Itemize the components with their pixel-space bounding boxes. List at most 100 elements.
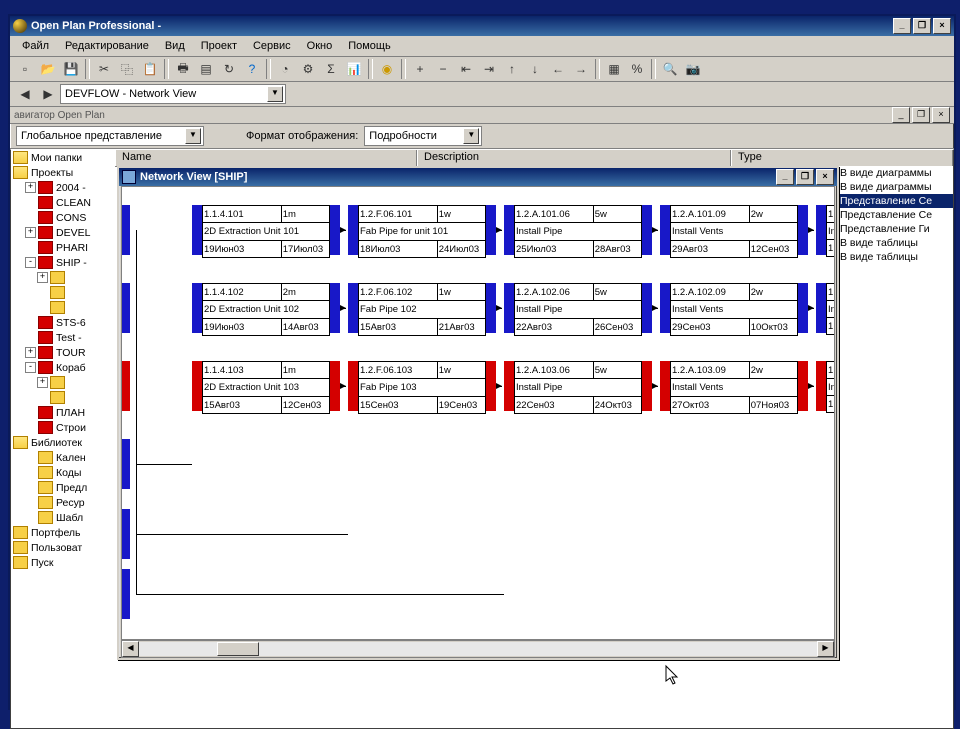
nv-minimize-button[interactable]: _ xyxy=(776,169,794,185)
nav-right-icon[interactable]: ▶ xyxy=(37,83,59,105)
tree-expander-icon[interactable]: + xyxy=(25,182,36,193)
tree-item[interactable]: Мои папки xyxy=(11,150,115,165)
chart-icon[interactable]: 📊 xyxy=(343,58,365,80)
tree-item[interactable]: -Кораб xyxy=(11,360,115,375)
print-icon[interactable]: 🖶 xyxy=(172,58,194,80)
menu-help[interactable]: Помощь xyxy=(340,38,399,54)
tree-item[interactable]: Шабл xyxy=(11,510,115,525)
task-node[interactable]: 1.2.F.06.1021wFab Pipe 10215Авг0321Авг03 xyxy=(348,283,496,333)
tree-expander-icon[interactable]: + xyxy=(37,272,48,283)
tree-item[interactable]: Пуск xyxy=(11,555,115,570)
view-selector[interactable]: DEVFLOW - Network View ▼ xyxy=(60,84,286,104)
sigma-icon[interactable]: Σ xyxy=(320,58,342,80)
network-view-window[interactable]: Network View [SHIP] _❐× 1.1.4.1011m2D Ex… xyxy=(117,166,839,660)
task-node[interactable]: 1.2.A.101.065wInstall Pipe25Июл0328Авг03 xyxy=(504,205,652,255)
list-item[interactable]: В виде таблицы xyxy=(837,236,953,250)
task-node[interactable]: 1.2.F.06.1031wFab Pipe 10315Сен0319Сен03 xyxy=(348,361,496,411)
menu-project[interactable]: Проект xyxy=(193,38,245,54)
collapse-icon[interactable]: ⇤ xyxy=(455,58,477,80)
close-button[interactable]: × xyxy=(933,18,951,34)
nav-left-icon[interactable]: ◀ xyxy=(14,83,36,105)
tree-item[interactable]: CONS xyxy=(11,210,115,225)
up-icon[interactable]: ↑ xyxy=(501,58,523,80)
tree-item[interactable]: +DEVEL xyxy=(11,225,115,240)
task-node-partial[interactable]: 1.In1 xyxy=(816,361,835,411)
grid-icon[interactable]: ▦ xyxy=(603,58,625,80)
tree-item[interactable]: PHARI xyxy=(11,240,115,255)
open-icon[interactable]: 📂 xyxy=(37,58,59,80)
task-node[interactable]: 1.1.4.1011m2D Extraction Unit 10119Июн03… xyxy=(192,205,340,255)
restore-button[interactable]: ❐ xyxy=(913,18,931,34)
tree-item[interactable]: Пользоват xyxy=(11,540,115,555)
tree-item[interactable]: Предл xyxy=(11,480,115,495)
network-canvas[interactable]: 1.1.4.1011m2D Extraction Unit 10119Июн03… xyxy=(121,186,835,640)
chevron-down-icon[interactable]: ▼ xyxy=(267,86,283,102)
tree-item[interactable]: CLEAN xyxy=(11,195,115,210)
task-node-partial[interactable]: 1.In1 xyxy=(816,283,835,333)
list-item[interactable]: В виде диаграммы xyxy=(837,166,953,180)
horizontal-scrollbar[interactable]: ◀ ▶ xyxy=(121,640,835,658)
panel-close-button[interactable]: × xyxy=(932,107,950,123)
cut-icon[interactable]: ✂ xyxy=(93,58,115,80)
nv-close-button[interactable]: × xyxy=(816,169,834,185)
menu-file[interactable]: Файл xyxy=(14,38,57,54)
tree-item[interactable]: Кален xyxy=(11,450,115,465)
list-item[interactable]: Представление Се xyxy=(837,194,953,208)
tree-item[interactable]: Портфель xyxy=(11,525,115,540)
tree-item[interactable]: + xyxy=(11,270,115,285)
bullet-icon[interactable]: ◉ xyxy=(376,58,398,80)
paste-icon[interactable]: 📋 xyxy=(139,58,161,80)
tree-expander-icon[interactable]: + xyxy=(25,347,36,358)
panel-restore-button[interactable]: ❐ xyxy=(912,107,930,123)
list-item[interactable]: В виде таблицы xyxy=(837,250,953,264)
tree-item[interactable]: Проекты xyxy=(11,165,115,180)
task-node[interactable]: 1.2.A.102.065wInstall Pipe22Авг0326Сен03 xyxy=(504,283,652,333)
panel-minimize-button[interactable]: _ xyxy=(892,107,910,123)
global-view-selector[interactable]: Глобальное представление▼ xyxy=(16,126,204,146)
tree-item[interactable]: +TOUR xyxy=(11,345,115,360)
task-node[interactable]: 1.2.A.101.092wInstall Vents29Авг0312Сен0… xyxy=(660,205,808,255)
minimize-button[interactable]: _ xyxy=(893,18,911,34)
preview-icon[interactable]: ▤ xyxy=(195,58,217,80)
expand-icon[interactable]: ⇥ xyxy=(478,58,500,80)
right-icon[interactable]: → xyxy=(570,58,592,80)
tree-item[interactable]: STS-6 xyxy=(11,315,115,330)
list-item[interactable]: Представление Ги xyxy=(837,222,953,236)
tree-expander-icon[interactable]: + xyxy=(37,377,48,388)
menu-service[interactable]: Сервис xyxy=(245,38,299,54)
list-item[interactable]: В виде диаграммы xyxy=(837,180,953,194)
nv-maximize-button[interactable]: ❐ xyxy=(796,169,814,185)
tree-item[interactable]: ПЛАН xyxy=(11,405,115,420)
tree-item[interactable] xyxy=(11,285,115,300)
save-icon[interactable]: 💾 xyxy=(60,58,82,80)
tree-item[interactable]: Библиотек xyxy=(11,435,115,450)
left-icon[interactable]: ← xyxy=(547,58,569,80)
col-desc[interactable]: Description xyxy=(417,150,731,166)
task-node[interactable]: 1.1.4.1022m2D Extraction Unit 10219Июн03… xyxy=(192,283,340,333)
refresh-icon[interactable]: ↻ xyxy=(218,58,240,80)
find-icon[interactable]: 🔍 xyxy=(659,58,681,80)
scroll-left-button[interactable]: ◀ xyxy=(122,641,139,657)
project-tree[interactable]: Мои папкиПроекты+2004 -CLEANCONS+DEVELPH… xyxy=(11,150,116,728)
tree-item[interactable]: Test - xyxy=(11,330,115,345)
tree-item[interactable] xyxy=(11,300,115,315)
tree-expander-icon[interactable]: - xyxy=(25,257,36,268)
task-node[interactable]: 1.2.A.103.092wInstall Vents27Окт0307Ноя0… xyxy=(660,361,808,411)
tree-item[interactable]: Строи xyxy=(11,420,115,435)
tree-item[interactable]: -SHIP - xyxy=(11,255,115,270)
menu-window[interactable]: Окно xyxy=(299,38,341,54)
zoom-out-icon[interactable]: − xyxy=(432,58,454,80)
task-node[interactable]: 1.2.A.103.065wInstall Pipe22Сен0324Окт03 xyxy=(504,361,652,411)
copy-icon[interactable]: ⿻ xyxy=(116,58,138,80)
gear-icon[interactable]: ⚙ xyxy=(297,58,319,80)
tree-item[interactable]: +2004 - xyxy=(11,180,115,195)
new-icon[interactable]: ▫ xyxy=(14,58,36,80)
tree-item[interactable]: + xyxy=(11,375,115,390)
network-view-titlebar[interactable]: Network View [SHIP] _❐× xyxy=(119,168,837,186)
tree-expander-icon[interactable]: - xyxy=(25,362,36,373)
chevron-down-icon[interactable]: ▼ xyxy=(463,128,479,144)
col-name[interactable]: Name xyxy=(115,150,417,166)
chevron-down-icon[interactable]: ▼ xyxy=(185,128,201,144)
task-node[interactable]: 1.2.F.06.1011wFab Pipe for unit 10118Июл… xyxy=(348,205,496,255)
percent-icon[interactable]: % xyxy=(626,58,648,80)
